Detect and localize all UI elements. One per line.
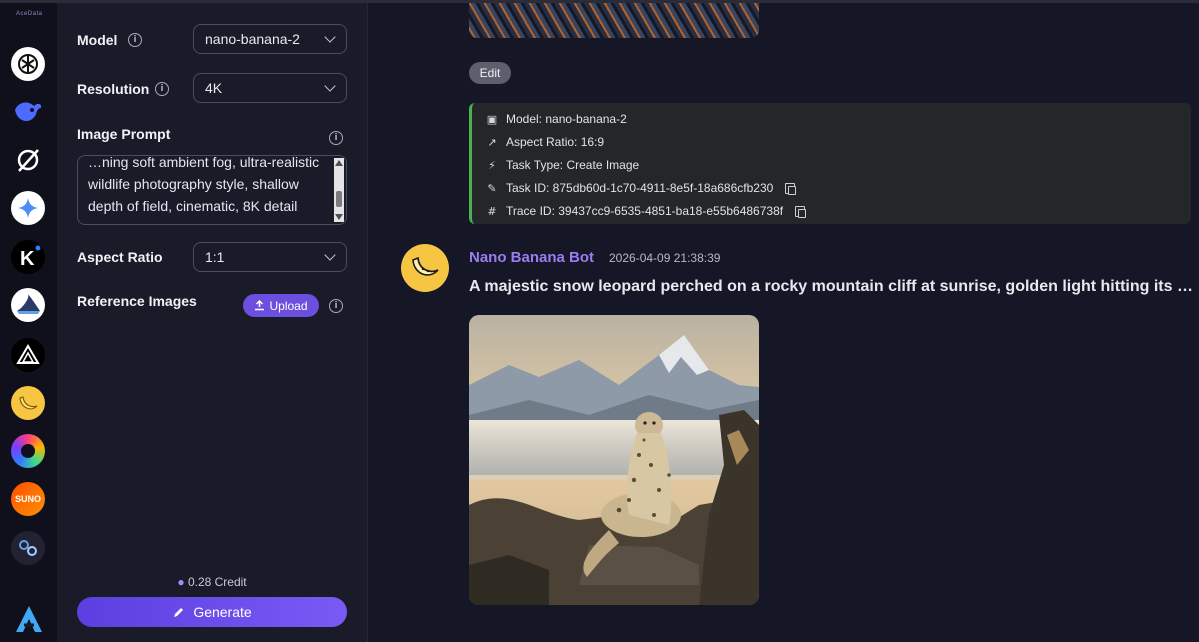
previous-image-thumbnail[interactable]	[469, 3, 759, 38]
cube-icon: ▣	[486, 112, 498, 126]
triangle-logo-icon[interactable]	[11, 338, 45, 372]
model-label: Model	[77, 32, 118, 48]
task-info-box: ▣ Model: nano-banana-2 ↗ Aspect Ratio: 1…	[469, 103, 1191, 224]
scroll-thumb[interactable]	[336, 191, 342, 207]
info-row-model: ▣ Model: nano-banana-2	[486, 112, 627, 126]
chevron-down-icon	[324, 249, 336, 261]
credit-indicator: ● 0.28 Credit	[57, 575, 367, 589]
info-row-trace-id: # Trace ID: 39437cc9-6535-4851-ba18-e55b…	[486, 204, 807, 218]
swirl-icon[interactable]	[11, 434, 45, 468]
settings-panel: Model i nano-banana-2 Resolution i 4K Im…	[57, 3, 368, 642]
brand-logo: AceData	[16, 11, 43, 17]
kling-icon[interactable]: K	[11, 240, 45, 274]
image-prompt-text: …ning soft ambient fog, ultra-realistic …	[88, 155, 320, 214]
prompt-scrollbar[interactable]	[334, 158, 344, 222]
upload-icon	[255, 300, 265, 311]
bot-avatar	[401, 244, 449, 292]
chat-area: Edit ▣ Model: nano-banana-2 ↗ Aspect Rat…	[368, 3, 1199, 642]
model-select-value: nano-banana-2	[205, 31, 300, 47]
shark-icon[interactable]	[11, 288, 45, 322]
scroll-down-icon[interactable]	[335, 214, 343, 220]
aspect-ratio-select[interactable]: 1:1	[193, 242, 347, 272]
banana-icon	[412, 256, 439, 276]
midjourney-icon[interactable]	[11, 531, 45, 565]
generate-button[interactable]: Generate	[77, 597, 347, 627]
resolution-label: Resolution	[77, 81, 150, 97]
aspect-ratio-select-value: 1:1	[205, 249, 225, 265]
hash-icon: #	[487, 204, 497, 218]
svg-text:K: K	[20, 248, 35, 270]
aspect-ratio-label: Aspect Ratio	[77, 249, 163, 265]
generated-image[interactable]	[469, 315, 759, 605]
info-task-id-text: Task ID: 875db60d-1c70-4911-8e5f-18a686c…	[506, 181, 774, 195]
external-link-icon: ↗	[487, 135, 497, 149]
coins-icon: ●	[177, 575, 185, 589]
scroll-up-icon[interactable]	[335, 160, 343, 166]
chatgpt-icon[interactable]	[11, 47, 45, 81]
gemini-icon[interactable]	[11, 191, 45, 225]
info-model-text: Model: nano-banana-2	[506, 112, 627, 126]
prompt-info-icon[interactable]: i	[329, 131, 343, 145]
upload-button[interactable]: Upload	[243, 294, 319, 317]
acedata-home-icon[interactable]	[13, 603, 45, 635]
info-row-task-id: ✎ Task ID: 875db60d-1c70-4911-8e5f-18a68…	[486, 181, 797, 195]
info-trace-id-text: Trace ID: 39437cc9-6535-4851-ba18-e55b64…	[506, 204, 784, 218]
edit-button[interactable]: Edit	[469, 62, 511, 84]
grok-icon[interactable]	[11, 143, 45, 177]
bot-name: Nano Banana Bot	[469, 249, 595, 266]
deepseek-icon[interactable]	[11, 95, 45, 129]
resolution-select-value: 4K	[205, 80, 223, 96]
image-prompt-label: Image Prompt	[77, 126, 171, 142]
copy-icon[interactable]	[795, 205, 807, 218]
model-select[interactable]: nano-banana-2	[193, 24, 347, 54]
generate-label: Generate	[193, 604, 252, 620]
nano-banana-icon[interactable]	[11, 386, 45, 420]
chevron-down-icon	[324, 31, 336, 43]
resolution-info-icon[interactable]: i	[155, 82, 169, 96]
pencil-icon: ✎	[487, 181, 497, 195]
credit-text: 0.28 Credit	[187, 575, 247, 589]
model-info-icon[interactable]: i	[128, 33, 142, 47]
message-timestamp: 2026-04-09 21:38:39	[609, 251, 721, 265]
info-row-aspect: ↗ Aspect Ratio: 16:9	[486, 135, 604, 149]
message-prompt-text: A majestic snow leopard perched on a roc…	[469, 278, 1194, 295]
upload-label: Upload	[269, 298, 308, 313]
pencil-icon	[174, 607, 184, 617]
app-rail: AceData K SUNO	[0, 3, 58, 642]
chevron-down-icon	[324, 80, 336, 92]
info-task-type-text: Task Type: Create Image	[506, 158, 640, 172]
suno-icon[interactable]: SUNO	[11, 482, 45, 516]
reference-images-label: Reference Images	[77, 293, 197, 309]
copy-icon[interactable]	[785, 182, 797, 195]
resolution-select[interactable]: 4K	[193, 73, 347, 103]
info-row-task-type: ⚡ Task Type: Create Image	[486, 158, 639, 172]
bolt-icon: ⚡	[488, 158, 496, 172]
reference-info-icon[interactable]: i	[329, 299, 343, 313]
info-aspect-text: Aspect Ratio: 16:9	[506, 135, 605, 149]
image-prompt-textarea[interactable]: …ning soft ambient fog, ultra-realistic …	[77, 155, 347, 225]
